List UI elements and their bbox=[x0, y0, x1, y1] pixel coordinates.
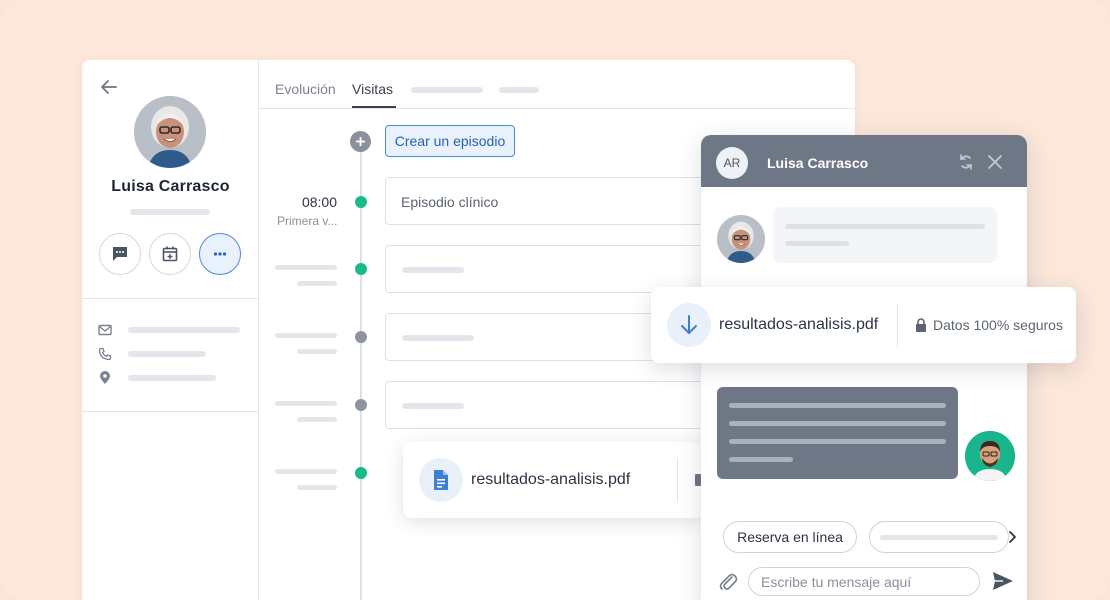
message-icon bbox=[113, 247, 127, 261]
chat-widget: AR Luisa Carrasco Reserva en línea Escri… bbox=[701, 135, 1027, 600]
outgoing-message-bubble bbox=[717, 387, 958, 479]
sidebar-divider bbox=[82, 298, 259, 299]
tab-placeholder[interactable] bbox=[411, 87, 483, 93]
page-background: Luisa Carrasco Evolución Visitas Crear u… bbox=[0, 0, 1110, 600]
contact-location-row bbox=[98, 370, 216, 386]
contact-email-placeholder bbox=[128, 327, 240, 333]
phone-icon bbox=[98, 347, 112, 361]
download-divider bbox=[897, 303, 898, 347]
patient-avatar bbox=[134, 96, 206, 168]
more-options-button[interactable] bbox=[199, 233, 241, 275]
incoming-message-bubble bbox=[773, 207, 997, 263]
minimize-icon[interactable] bbox=[957, 153, 975, 171]
send-icon[interactable] bbox=[992, 571, 1014, 591]
quick-reply-placeholder[interactable] bbox=[869, 521, 1009, 553]
timeline-status-dot bbox=[355, 331, 367, 343]
calendar-add-icon bbox=[162, 246, 178, 262]
attachment-icon-circle bbox=[419, 458, 463, 502]
chat-title: Luisa Carrasco bbox=[767, 155, 869, 171]
doctor-avatar bbox=[965, 431, 1015, 481]
attachment-card[interactable]: resultados-analisis.pdf bbox=[403, 442, 703, 518]
document-icon bbox=[434, 470, 448, 490]
download-card[interactable]: resultados-analisis.pdf Datos 100% segur… bbox=[651, 287, 1076, 363]
chat-user-initials: AR bbox=[716, 147, 748, 179]
arrow-left-icon[interactable] bbox=[98, 76, 120, 98]
episode-card-title: Episodio clínico bbox=[401, 194, 499, 210]
quick-reply-text-placeholder bbox=[880, 535, 998, 540]
download-button[interactable] bbox=[667, 303, 711, 347]
entry-type-placeholder bbox=[297, 349, 337, 354]
more-icon bbox=[213, 252, 227, 256]
patient-subtitle-placeholder bbox=[130, 209, 210, 215]
message-text-placeholder bbox=[729, 403, 946, 408]
patient-sidebar: Luisa Carrasco bbox=[82, 60, 259, 600]
entry-type-placeholder bbox=[297, 417, 337, 422]
entry-type-placeholder bbox=[297, 281, 337, 286]
patient-name: Luisa Carrasco bbox=[111, 178, 230, 195]
entry-time: 08:00 bbox=[301, 194, 337, 210]
timeline-status-dot bbox=[355, 399, 367, 411]
location-icon bbox=[100, 371, 110, 384]
timeline-line bbox=[360, 150, 362, 600]
security-badge: Datos 100% seguros bbox=[915, 317, 1063, 333]
record-tabs: Evolución Visitas bbox=[259, 60, 855, 109]
contact-location-placeholder bbox=[128, 375, 216, 381]
add-episode-button[interactable] bbox=[350, 131, 371, 152]
patient-message-avatar bbox=[717, 215, 765, 263]
timeline-status-dot bbox=[355, 467, 367, 479]
entry-type-placeholder bbox=[297, 485, 337, 490]
schedule-button[interactable] bbox=[149, 233, 191, 275]
plus-icon bbox=[356, 137, 365, 146]
contact-phone-placeholder bbox=[128, 351, 206, 357]
tab-placeholder[interactable] bbox=[499, 87, 539, 93]
message-text-placeholder bbox=[785, 241, 849, 246]
create-episode-button[interactable]: Crear un episodio bbox=[385, 125, 515, 157]
episode-card-placeholder bbox=[402, 267, 464, 273]
entry-type: Primera v... bbox=[277, 214, 338, 228]
chevron-right-icon[interactable] bbox=[1005, 530, 1019, 544]
close-icon[interactable] bbox=[986, 153, 1004, 171]
message-text-placeholder bbox=[729, 421, 946, 426]
chat-message-input[interactable]: Escribe tu mensaje aquí bbox=[748, 567, 980, 596]
tab-evolucion[interactable]: Evolución bbox=[275, 81, 336, 97]
security-label: Datos 100% seguros bbox=[933, 317, 1063, 333]
sidebar-divider bbox=[82, 411, 259, 412]
message-button[interactable] bbox=[99, 233, 141, 275]
timeline-status-dot bbox=[355, 196, 367, 208]
episode-card-placeholder bbox=[402, 335, 474, 341]
active-tab-indicator bbox=[352, 106, 396, 108]
episode-card-placeholder bbox=[402, 403, 464, 409]
lock-icon bbox=[916, 318, 926, 332]
contact-phone-row bbox=[98, 346, 206, 362]
entry-time-placeholder bbox=[275, 333, 337, 338]
attachment-filename: resultados-analisis.pdf bbox=[471, 471, 631, 488]
tab-visitas[interactable]: Visitas bbox=[352, 81, 393, 97]
quick-reply-reserva[interactable]: Reserva en línea bbox=[723, 521, 857, 553]
episode-card[interactable] bbox=[385, 381, 715, 429]
paperclip-icon[interactable] bbox=[718, 571, 738, 593]
entry-time-placeholder bbox=[275, 401, 337, 406]
entry-time-placeholder bbox=[275, 469, 337, 474]
timeline-status-dot bbox=[355, 263, 367, 275]
contact-email-row bbox=[98, 322, 240, 338]
message-text-placeholder bbox=[785, 224, 985, 229]
entry-time-placeholder bbox=[275, 265, 337, 270]
download-icon bbox=[681, 315, 697, 334]
episode-card[interactable]: Episodio clínico bbox=[385, 177, 715, 225]
download-filename: resultados-analisis.pdf bbox=[719, 316, 879, 333]
message-text-placeholder bbox=[729, 439, 946, 444]
mail-icon bbox=[98, 324, 112, 336]
attachment-divider bbox=[677, 458, 678, 502]
chat-header: AR Luisa Carrasco bbox=[701, 135, 1027, 187]
message-text-placeholder bbox=[729, 457, 793, 462]
episode-card[interactable] bbox=[385, 245, 715, 293]
